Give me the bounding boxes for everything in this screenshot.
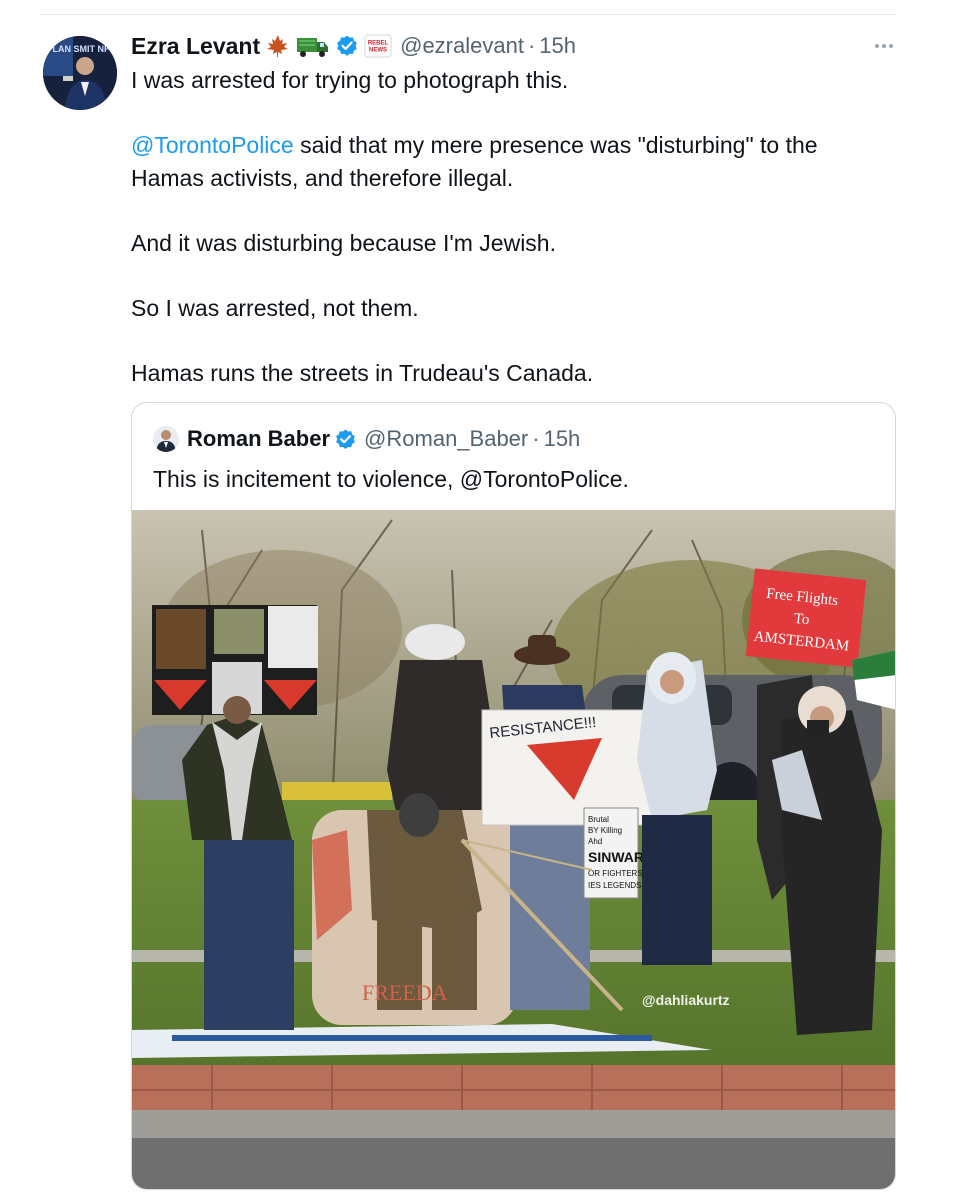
more-dot-icon [889,44,893,48]
quote-media-photo[interactable]: FREEDA RESISTANCE!!! Brutal BY Killing A… [132,510,895,1189]
chair-text: FREEDA [362,980,448,1005]
tweet-line: I was arrested for trying to photograph … [131,67,569,93]
maple-leaf-icon [265,33,291,59]
svg-text:REBEL: REBEL [368,41,389,47]
tweet-line: @TorontoPolice said that my mere presenc… [131,129,891,162]
photo-watermark: @dahliakurtz [642,992,730,1008]
small-sign-line: SINWAR [588,849,644,865]
more-dot-icon [875,44,879,48]
mention-link[interactable]: @TorontoPolice [131,132,294,158]
quote-author-name[interactable]: Roman Baber [187,426,330,452]
more-dot-icon [882,44,886,48]
more-options-button[interactable] [868,36,900,56]
author-avatar-image: FLAN SMIT NF [43,36,117,110]
svg-text:NEWS: NEWS [369,48,387,54]
verified-badge-icon[interactable] [335,34,359,58]
quote-author-handle[interactable]: @Roman_Baber [364,426,528,452]
truck-icon [296,33,330,59]
quote-time[interactable]: 15h [544,426,581,452]
small-sign-line: OR FIGHTERS [588,869,643,878]
tweet-line: Hamas runs the streets in Trudeau's Cana… [131,360,594,387]
small-sign-line: Ahd [588,837,602,846]
header-separator: · [527,33,536,58]
avatar-overlay-text: FLAN SMIT NF [47,44,110,54]
tweet-line: So I was arrested, not them. [131,295,419,322]
quote-header: Roman Baber @Roman_Baber · 15h [153,423,580,455]
small-sign-line: Brutal [588,815,609,824]
verified-badge-icon[interactable] [334,428,357,451]
author-handle[interactable]: @ezralevant [400,33,524,59]
tweet-text: I was arrested for trying to photograph … [131,64,891,390]
right-sign-line: To [793,611,810,629]
tweet-line: Hamas activists, and therefore illegal. [131,164,514,191]
quote-tweet-card[interactable]: Roman Baber @Roman_Baber · 15h This is i… [131,402,896,1190]
top-divider [41,14,897,15]
protest-photo: FREEDA RESISTANCE!!! Brutal BY Killing A… [132,510,895,1189]
small-sign-line: BY Killing [588,826,622,835]
tweet-line-rest: said that my mere presence was "disturbi… [293,132,818,159]
small-sign-line: IES LEGENDS [588,881,641,890]
affiliate-badge-icon[interactable]: REBEL NEWS [364,34,392,58]
tweet-line: And it was disturbing because I'm Jewish… [131,229,556,256]
author-avatar[interactable]: FLAN SMIT NF [43,36,117,110]
quote-separator: · [532,426,540,451]
tweet-time[interactable]: 15h [539,33,576,59]
author-name[interactable]: Ezra Levant [131,33,260,60]
quote-author-avatar[interactable] [153,426,179,452]
quote-text: This is incitement to violence, @Toronto… [153,466,629,492]
tweet-header: Ezra Levant REBEL NEWS @ezralevant · 15h [131,30,576,62]
